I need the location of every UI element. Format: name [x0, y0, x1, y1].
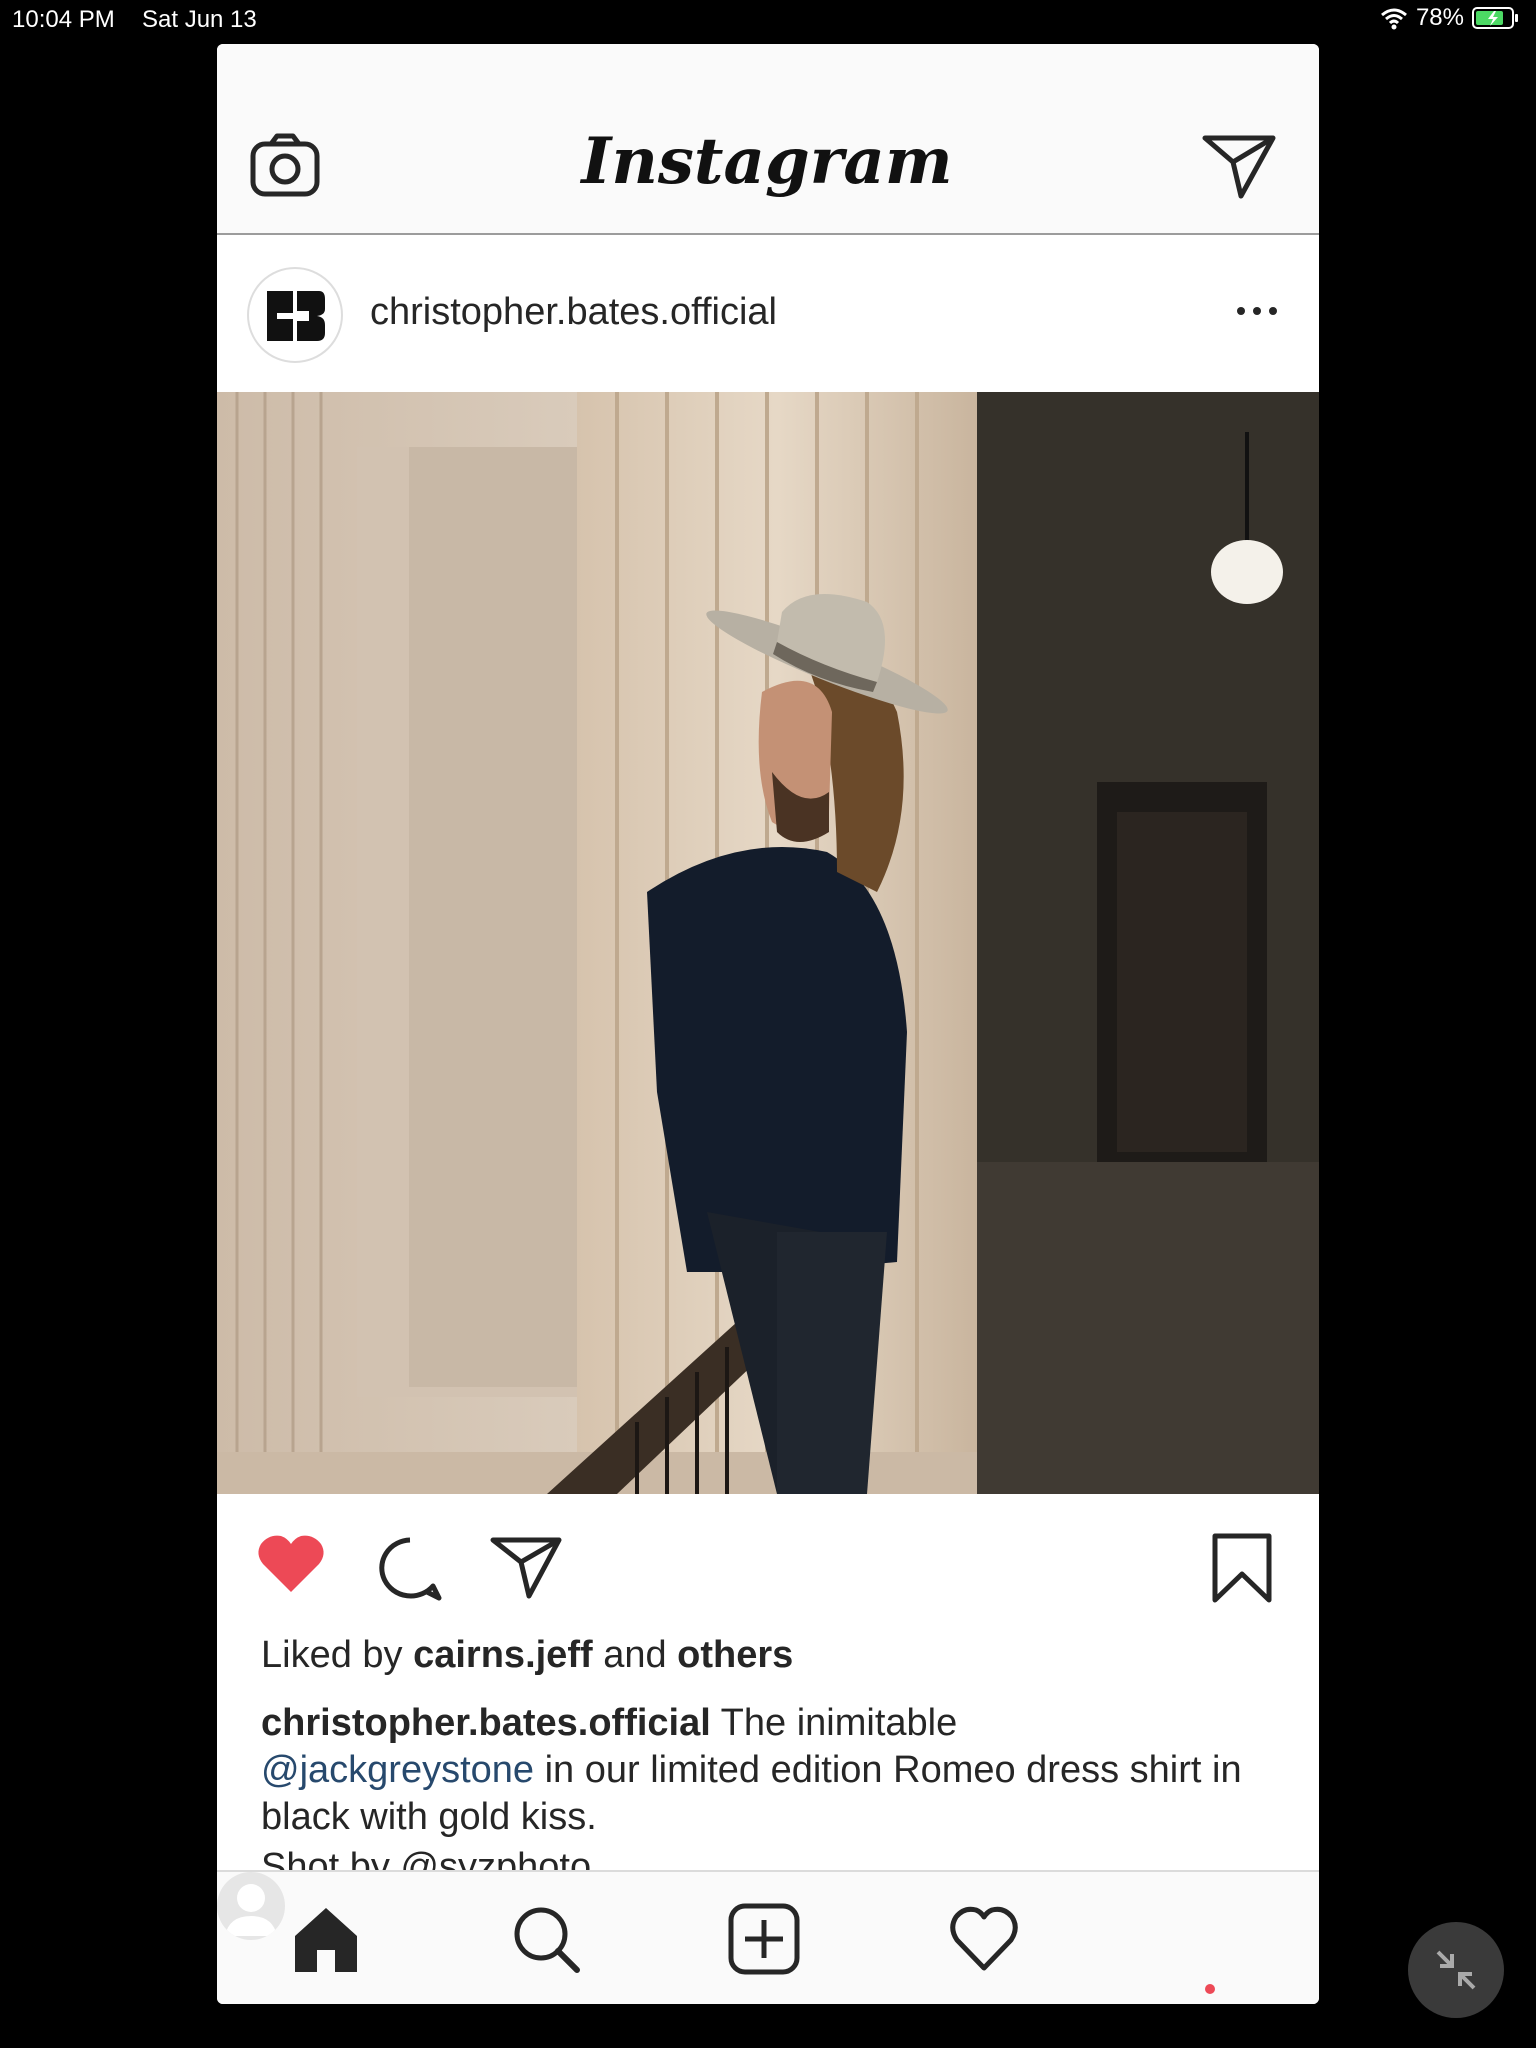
post-username[interactable]: christopher.bates.official — [370, 291, 777, 334]
photo-illustration — [217, 392, 1319, 1494]
instagram-window: Instagram christopher.bates.official Lik… — [217, 44, 1319, 2004]
minimize-button[interactable] — [1408, 1922, 1504, 2018]
caption-cut-text: Shot by @syzphoto — [261, 1846, 592, 1870]
caption-username[interactable]: christopher.bates.official — [261, 1702, 711, 1744]
caption-mention[interactable]: @jackgreystone — [261, 1749, 534, 1791]
paper-plane-icon[interactable] — [1201, 132, 1277, 202]
battery-percent: 78% — [1415, 4, 1464, 31]
bottom-tab-bar — [217, 1870, 1319, 2004]
post-caption: christopher.bates.official The inimitabl… — [261, 1700, 1271, 1841]
activity-icon[interactable] — [947, 1902, 1021, 1976]
status-date: Sat Jun 13 — [142, 6, 257, 33]
profile-icon[interactable] — [217, 1872, 285, 1940]
bookmark-icon[interactable] — [1211, 1532, 1273, 1604]
avatar[interactable] — [247, 267, 343, 363]
more-options-icon[interactable] — [1233, 299, 1281, 323]
app-header: Instagram — [217, 44, 1319, 235]
likes-prefix: Liked by — [261, 1634, 403, 1676]
profile-silhouette-icon — [225, 1884, 277, 1936]
instagram-logo: Instagram — [581, 124, 953, 199]
status-bar: 10:04 PM Sat Jun 13 78% — [0, 0, 1536, 40]
search-icon[interactable] — [509, 1902, 583, 1976]
home-icon[interactable] — [289, 1902, 363, 1976]
collapse-arrows-icon — [1436, 1950, 1476, 1990]
likes-others[interactable]: others — [677, 1634, 793, 1676]
cb-logo-icon — [267, 291, 325, 341]
post-photo[interactable] — [217, 392, 1319, 1494]
post-actions — [217, 1494, 1319, 1614]
caption-text-1: The inimitable — [720, 1702, 958, 1744]
new-post-icon[interactable] — [727, 1902, 801, 1976]
liker-username[interactable]: cairns.jeff — [413, 1634, 593, 1676]
status-right: 78% — [1380, 4, 1520, 32]
likes-line: Liked by cairns.jeff and others — [261, 1634, 793, 1677]
battery-icon — [1472, 7, 1518, 29]
heart-icon[interactable] — [255, 1532, 327, 1596]
share-icon[interactable] — [489, 1534, 563, 1600]
notification-dot — [1205, 1984, 1215, 1994]
likes-connector: and — [603, 1634, 667, 1676]
comment-icon[interactable] — [375, 1534, 445, 1602]
wifi-icon — [1380, 8, 1407, 30]
post-header: christopher.bates.official — [217, 235, 1319, 391]
caption-cut-line: Shot by @syzphoto — [261, 1844, 591, 1870]
camera-icon[interactable] — [249, 130, 321, 202]
status-time: 10:04 PM — [12, 6, 115, 33]
